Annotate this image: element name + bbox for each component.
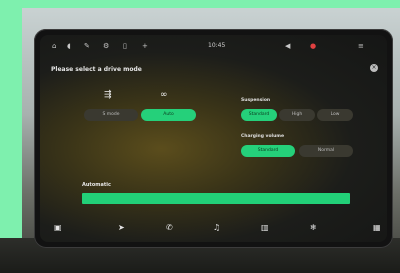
charging-label: Charging volume — [241, 134, 285, 139]
call-icon[interactable]: ✆ — [166, 223, 173, 232]
suspension-label: Suspension — [241, 98, 271, 103]
drive-mode-a-icon: ⇶ — [104, 90, 112, 100]
notification-icon[interactable]: ● — [310, 42, 316, 50]
sound-icon[interactable]: ◖ — [67, 42, 71, 50]
car-icon[interactable]: ▣ — [54, 223, 62, 232]
phone-icon[interactable]: ▯ — [123, 42, 127, 50]
drive-mode-option-b[interactable]: Auto — [141, 109, 196, 121]
apps-icon[interactable]: ▥ — [261, 223, 269, 232]
close-icon[interactable]: × — [370, 64, 378, 72]
pen-icon[interactable]: ✎ — [84, 42, 90, 50]
status-bar: ⌂ ◖ ✎ ⚙ ▯ + 10:45 ◀ ● ≡ — [40, 35, 387, 57]
slider-label: Automatic — [82, 182, 111, 188]
automatic-slider[interactable] — [82, 193, 350, 204]
music-icon[interactable]: ♫ — [213, 223, 220, 232]
climate-icon[interactable]: ❄ — [310, 223, 317, 232]
bottom-nav: ▣ ➤ ✆ ♫ ▥ ❄ ▦ — [40, 215, 387, 242]
suspension-high[interactable]: High — [279, 109, 315, 121]
home-icon[interactable]: ⌂ — [52, 42, 56, 50]
menu-icon[interactable]: ≡ — [358, 42, 364, 50]
clock: 10:45 — [208, 42, 226, 49]
drive-mode-option-a[interactable]: S mode — [84, 109, 138, 121]
charging-standard[interactable]: Standard — [241, 145, 295, 157]
volume-icon[interactable]: ◀ — [285, 42, 290, 50]
drive-mode-b-icon: ∞ — [160, 90, 168, 100]
plus-icon[interactable]: + — [142, 42, 148, 50]
navigation-icon[interactable]: ➤ — [118, 223, 125, 232]
infotainment-screen: ⌂ ◖ ✎ ⚙ ▯ + 10:45 ◀ ● ≡ Please select a … — [40, 35, 387, 242]
page-title: Please select a drive mode — [51, 66, 142, 73]
charging-normal[interactable]: Normal — [299, 145, 353, 157]
suspension-standard[interactable]: Standard — [241, 109, 277, 121]
suspension-low[interactable]: Low — [317, 109, 353, 121]
settings-icon[interactable]: ⚙ — [103, 42, 109, 50]
grid-icon[interactable]: ▦ — [373, 223, 381, 232]
